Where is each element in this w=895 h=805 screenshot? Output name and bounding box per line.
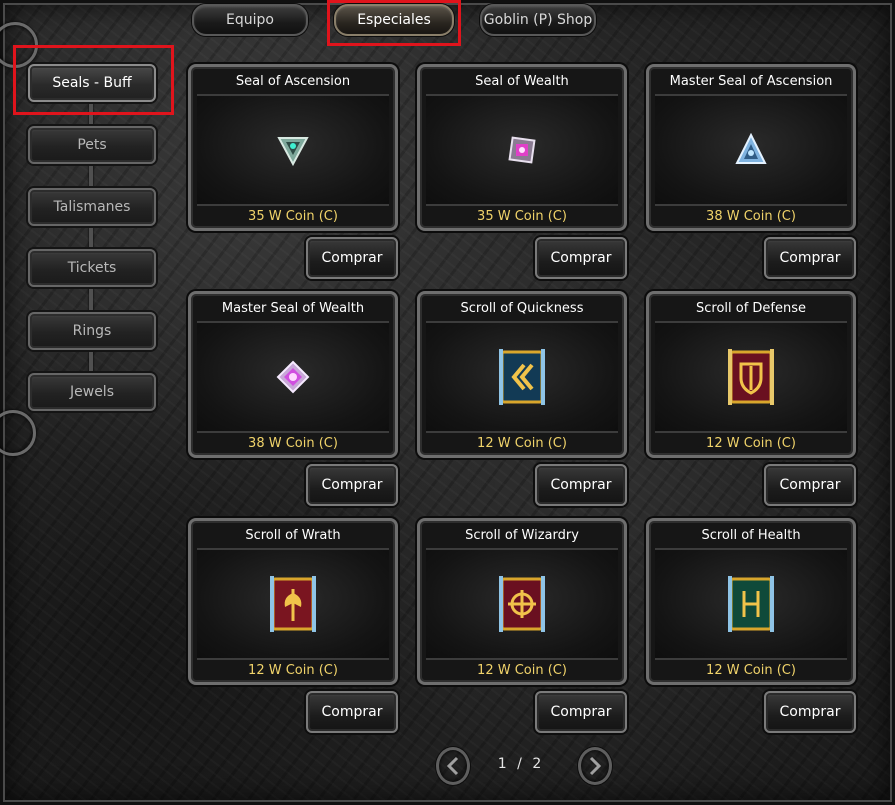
item-card: Master Seal of Ascension 38 W Coin (C) C… [646,64,856,280]
master-seal-of-ascension-icon [735,133,767,164]
item-name: Master Seal of Ascension [669,74,833,89]
buy-button[interactable]: Comprar [535,237,627,279]
item-price: 12 W Coin (C) [706,436,796,451]
page-total: 2 [532,756,545,772]
item-card: Seal of Wealth 35 W Coin (C) Comprar [417,64,627,280]
item-card-frame: Master Seal of Wealth 38 W Coin (C) [188,291,398,458]
sidebar-item-jewels[interactable]: Jewels [28,373,156,411]
master-seal-of-wealth-icon [276,360,310,394]
tab-equipo[interactable]: Equipo [192,4,308,36]
buy-button[interactable]: Comprar [764,691,856,733]
arrow-left-ring [436,747,470,785]
item-card-frame: Scroll of Wizardry 12 W Coin (C) [417,518,627,685]
sidebar-item-tickets[interactable]: Tickets [28,249,156,287]
item-name: Scroll of Wizardry [465,528,579,543]
item-price: 12 W Coin (C) [248,663,338,678]
scroll-of-health-icon [728,576,774,632]
item-preview [655,94,847,206]
buy-button[interactable]: Comprar [306,464,398,506]
buy-button[interactable]: Comprar [535,691,627,733]
item-preview [426,548,618,660]
item-card: Master Seal of Wealth 38 W Coin (C) Comp… [188,291,398,507]
scroll-of-defense-icon [728,349,774,405]
buy-button[interactable]: Comprar [306,691,398,733]
item-card-frame: Scroll of Defense 12 W Coin (C) [646,291,856,458]
scroll-of-quickness-icon [499,349,545,405]
buy-button[interactable]: Comprar [306,237,398,279]
tab-especiales[interactable]: Especiales [334,4,454,36]
page-current: 1 [497,756,510,772]
page-separator: / [517,756,525,772]
item-name: Scroll of Health [701,528,801,543]
item-card: Scroll of Wrath 12 W Coin (C) Comprar [188,518,398,734]
sidebar-item-rings[interactable]: Rings [28,312,156,350]
arrow-left-icon[interactable] [436,747,470,785]
sidebar-item-pets[interactable]: Pets [28,126,156,164]
item-card: Scroll of Defense 12 W Coin (C) Comprar [646,291,856,507]
arrow-right-ring [578,747,612,785]
item-name: Seal of Ascension [235,74,351,89]
item-card-frame: Scroll of Health 12 W Coin (C) [646,518,856,685]
sidebar-item-seals-buff[interactable]: Seals - Buff [28,64,156,102]
scroll-of-wizardry-icon [499,576,545,632]
item-preview [655,548,847,660]
scroll-of-wrath-icon [270,576,316,632]
item-price: 38 W Coin (C) [706,209,796,224]
item-card: Seal of Ascension 35 W Coin (C) Comprar [188,64,398,280]
item-name: Master Seal of Wealth [221,301,365,316]
item-card-frame: Scroll of Wrath 12 W Coin (C) [188,518,398,685]
item-preview [426,321,618,433]
item-name: Seal of Wealth [475,74,569,89]
item-price: 35 W Coin (C) [248,209,338,224]
buy-button[interactable]: Comprar [764,464,856,506]
item-card: Scroll of Quickness 12 W Coin (C) Compra… [417,291,627,507]
item-preview [197,548,389,660]
item-price: 12 W Coin (C) [706,663,796,678]
item-card: Scroll of Health 12 W Coin (C) Comprar [646,518,856,734]
item-name: Scroll of Defense [695,301,807,316]
item-price: 12 W Coin (C) [477,663,567,678]
item-name: Scroll of Wrath [245,528,341,543]
item-preview [655,321,847,433]
item-card-frame: Scroll of Quickness 12 W Coin (C) [417,291,627,458]
buy-button[interactable]: Comprar [535,464,627,506]
item-card-frame: Master Seal of Ascension 38 W Coin (C) [646,64,856,231]
item-preview [197,321,389,433]
item-card: Scroll of Wizardry 12 W Coin (C) Comprar [417,518,627,734]
item-card-frame: Seal of Ascension 35 W Coin (C) [188,64,398,231]
arrow-right-icon[interactable] [578,747,612,785]
seal-of-wealth-icon [508,136,536,164]
item-price: 12 W Coin (C) [477,436,567,451]
item-preview [426,94,618,206]
buy-button[interactable]: Comprar [764,237,856,279]
seal-of-ascension-icon [277,137,309,167]
sidebar-item-talismanes[interactable]: Talismanes [28,188,156,226]
page-indicator: 1 / 2 [486,756,556,772]
item-price: 35 W Coin (C) [477,209,567,224]
tab-goblin-shop[interactable]: Goblin (P) Shop [480,4,596,36]
item-card-frame: Seal of Wealth 35 W Coin (C) [417,64,627,231]
item-name: Scroll of Quickness [460,301,584,316]
item-preview [197,94,389,206]
item-price: 38 W Coin (C) [248,436,338,451]
